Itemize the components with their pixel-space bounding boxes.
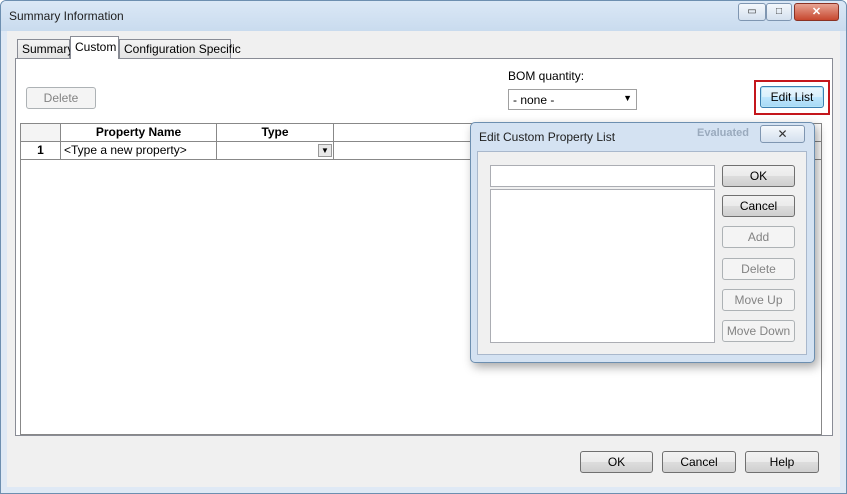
chevron-down-icon[interactable]: ▼	[318, 144, 332, 157]
window-title: Summary Information	[9, 9, 124, 23]
dialog-ok-button[interactable]: OK	[722, 165, 795, 187]
tab-summary[interactable]: Summary	[17, 39, 73, 59]
close-icon: ✕	[811, 6, 822, 18]
bom-quantity-value: - none -	[513, 93, 555, 107]
maximize-button[interactable]: □	[766, 3, 792, 21]
bom-quantity-select[interactable]: - none - ▼	[508, 89, 637, 110]
delete-button[interactable]: Delete	[26, 87, 96, 109]
dialog-close-button[interactable]: ✕	[760, 125, 805, 143]
dialog-background-ghost-text: Evaluated	[697, 127, 749, 139]
close-icon: ✕	[777, 127, 788, 141]
row-number: 1	[21, 142, 61, 160]
cancel-button[interactable]: Cancel	[662, 451, 736, 473]
property-name-input[interactable]	[490, 165, 715, 187]
help-button[interactable]: Help	[745, 451, 819, 473]
grid-corner-header	[21, 124, 61, 142]
dialog-add-button[interactable]: Add	[722, 226, 795, 248]
bom-quantity-label: BOM quantity:	[508, 69, 585, 83]
type-cell[interactable]: ▼	[217, 142, 334, 160]
chevron-down-icon: ▼	[623, 93, 632, 103]
maximize-icon: □	[775, 6, 783, 17]
tab-configuration-specific[interactable]: Configuration Specific	[119, 39, 241, 59]
close-button[interactable]: ✕	[794, 3, 839, 21]
property-name-header[interactable]: Property Name	[61, 124, 217, 142]
dialog-title: Edit Custom Property List	[479, 130, 616, 144]
ok-button[interactable]: OK	[580, 451, 653, 473]
dialog-delete-button[interactable]: Delete	[722, 258, 795, 280]
dialog-cancel-button[interactable]: Cancel	[722, 195, 795, 217]
dialog-client-area: OK Cancel Add Delete Move Up Move Down	[477, 151, 807, 355]
minimize-icon: ▭	[747, 6, 757, 17]
title-bar[interactable]: Summary Information ▭ □ ✕	[1, 1, 846, 31]
property-list[interactable]	[490, 189, 715, 343]
edit-custom-property-list-dialog: Edit Custom Property List Evaluated ✕ OK…	[470, 122, 815, 363]
edit-list-button[interactable]: Edit List	[760, 86, 824, 108]
tab-custom[interactable]: Custom	[70, 36, 119, 59]
minimize-button[interactable]: ▭	[738, 3, 766, 21]
move-down-button[interactable]: Move Down	[722, 320, 795, 342]
move-up-button[interactable]: Move Up	[722, 289, 795, 311]
property-name-cell[interactable]: <Type a new property>	[61, 142, 217, 160]
type-header[interactable]: Type	[217, 124, 334, 142]
